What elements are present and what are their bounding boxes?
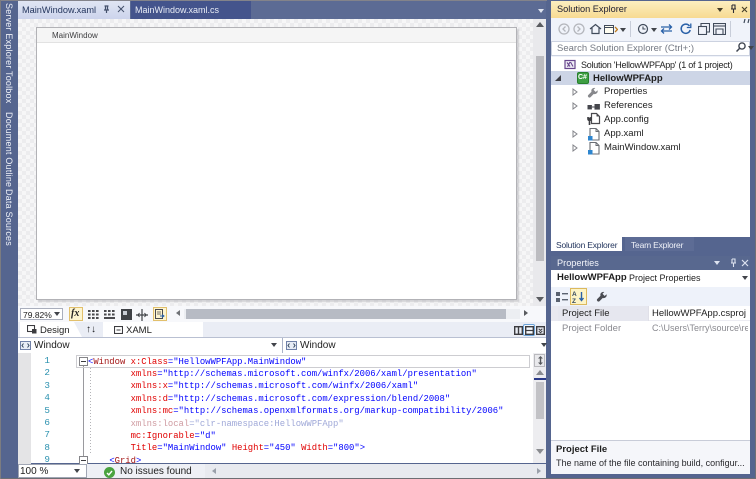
svg-text:Z: Z xyxy=(572,298,576,303)
svg-text:A: A xyxy=(572,291,577,298)
